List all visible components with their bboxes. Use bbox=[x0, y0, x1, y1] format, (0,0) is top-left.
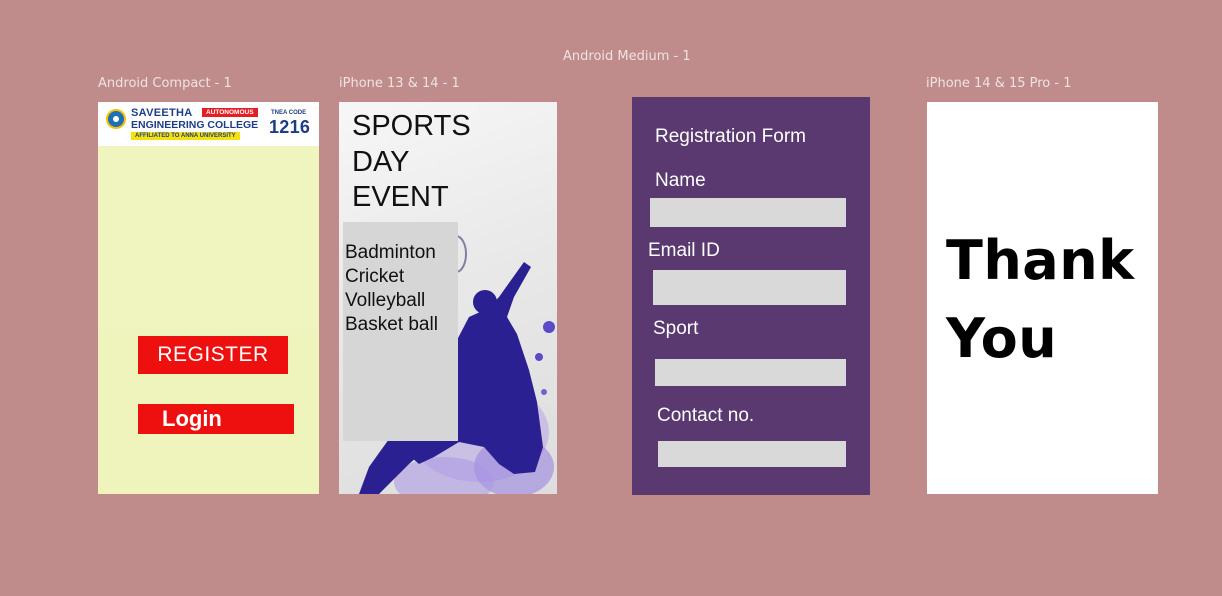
thank-you-line: Thank bbox=[946, 229, 1135, 292]
college-seal-icon bbox=[106, 109, 126, 129]
form-heading: Registration Form bbox=[655, 126, 806, 147]
frame-label-iphone13[interactable]: iPhone 13 & 14 - 1 bbox=[339, 76, 460, 91]
paint-drop bbox=[543, 321, 555, 333]
affiliation-strip: AFFILIATED TO ANNA UNIVERSITY bbox=[131, 132, 240, 140]
sports-event-frame[interactable]: SPORTS DAY EVENT Badminton Cricket Volle… bbox=[339, 102, 557, 494]
registration-form-frame[interactable]: Registration Form Name Email ID Sport Co… bbox=[632, 97, 870, 495]
thank-you-line: You bbox=[946, 307, 1058, 370]
contact-label: Contact no. bbox=[657, 405, 755, 426]
name-field[interactable] bbox=[650, 198, 846, 227]
event-title-line: DAY bbox=[352, 145, 410, 178]
frame-label-android-compact[interactable]: Android Compact - 1 bbox=[98, 76, 232, 91]
sport-list-item: Cricket bbox=[345, 266, 405, 287]
college-name-line1: SAVEETHA bbox=[131, 107, 193, 119]
sport-field[interactable] bbox=[655, 359, 846, 386]
college-name-line2: ENGINEERING COLLEGE bbox=[131, 119, 259, 131]
sport-list-item: Basket ball bbox=[345, 314, 438, 335]
frame-label-iphone14pro[interactable]: iPhone 14 & 15 Pro - 1 bbox=[926, 76, 1071, 91]
register-button[interactable]: REGISTER bbox=[138, 336, 288, 374]
paint-drop bbox=[535, 353, 543, 361]
sport-list-item: Badminton bbox=[345, 242, 436, 263]
event-title-line: SPORTS bbox=[352, 110, 471, 142]
event-title: SPORTS DAY EVENT bbox=[352, 109, 471, 216]
thank-you-message: Thank You bbox=[946, 222, 1135, 378]
autonomous-badge: AUTONOMOUS bbox=[202, 108, 258, 117]
contact-field[interactable] bbox=[658, 441, 846, 467]
welcome-screen-frame[interactable]: SAVEETHA AUTONOMOUS ENGINEERING COLLEGE … bbox=[98, 102, 319, 494]
sports-list: Badminton Cricket Volleyball Basket ball bbox=[343, 222, 458, 441]
event-title-line: EVENT bbox=[352, 181, 449, 213]
paint-drop bbox=[541, 389, 547, 395]
sport-label: Sport bbox=[653, 318, 699, 339]
tnea-label: TNEA CODE bbox=[271, 110, 307, 116]
email-field[interactable] bbox=[653, 270, 846, 305]
login-button[interactable]: Login bbox=[138, 404, 294, 434]
email-label: Email ID bbox=[648, 240, 720, 261]
frame-label-android-medium[interactable]: Android Medium - 1 bbox=[563, 49, 691, 64]
player-head bbox=[473, 290, 497, 314]
sport-list-item: Volleyball bbox=[345, 290, 426, 311]
name-label: Name bbox=[655, 170, 706, 191]
tnea-code: 1216 bbox=[269, 117, 311, 137]
thank-you-frame[interactable]: Thank You bbox=[927, 102, 1158, 494]
college-logo: SAVEETHA AUTONOMOUS ENGINEERING COLLEGE … bbox=[98, 102, 319, 146]
